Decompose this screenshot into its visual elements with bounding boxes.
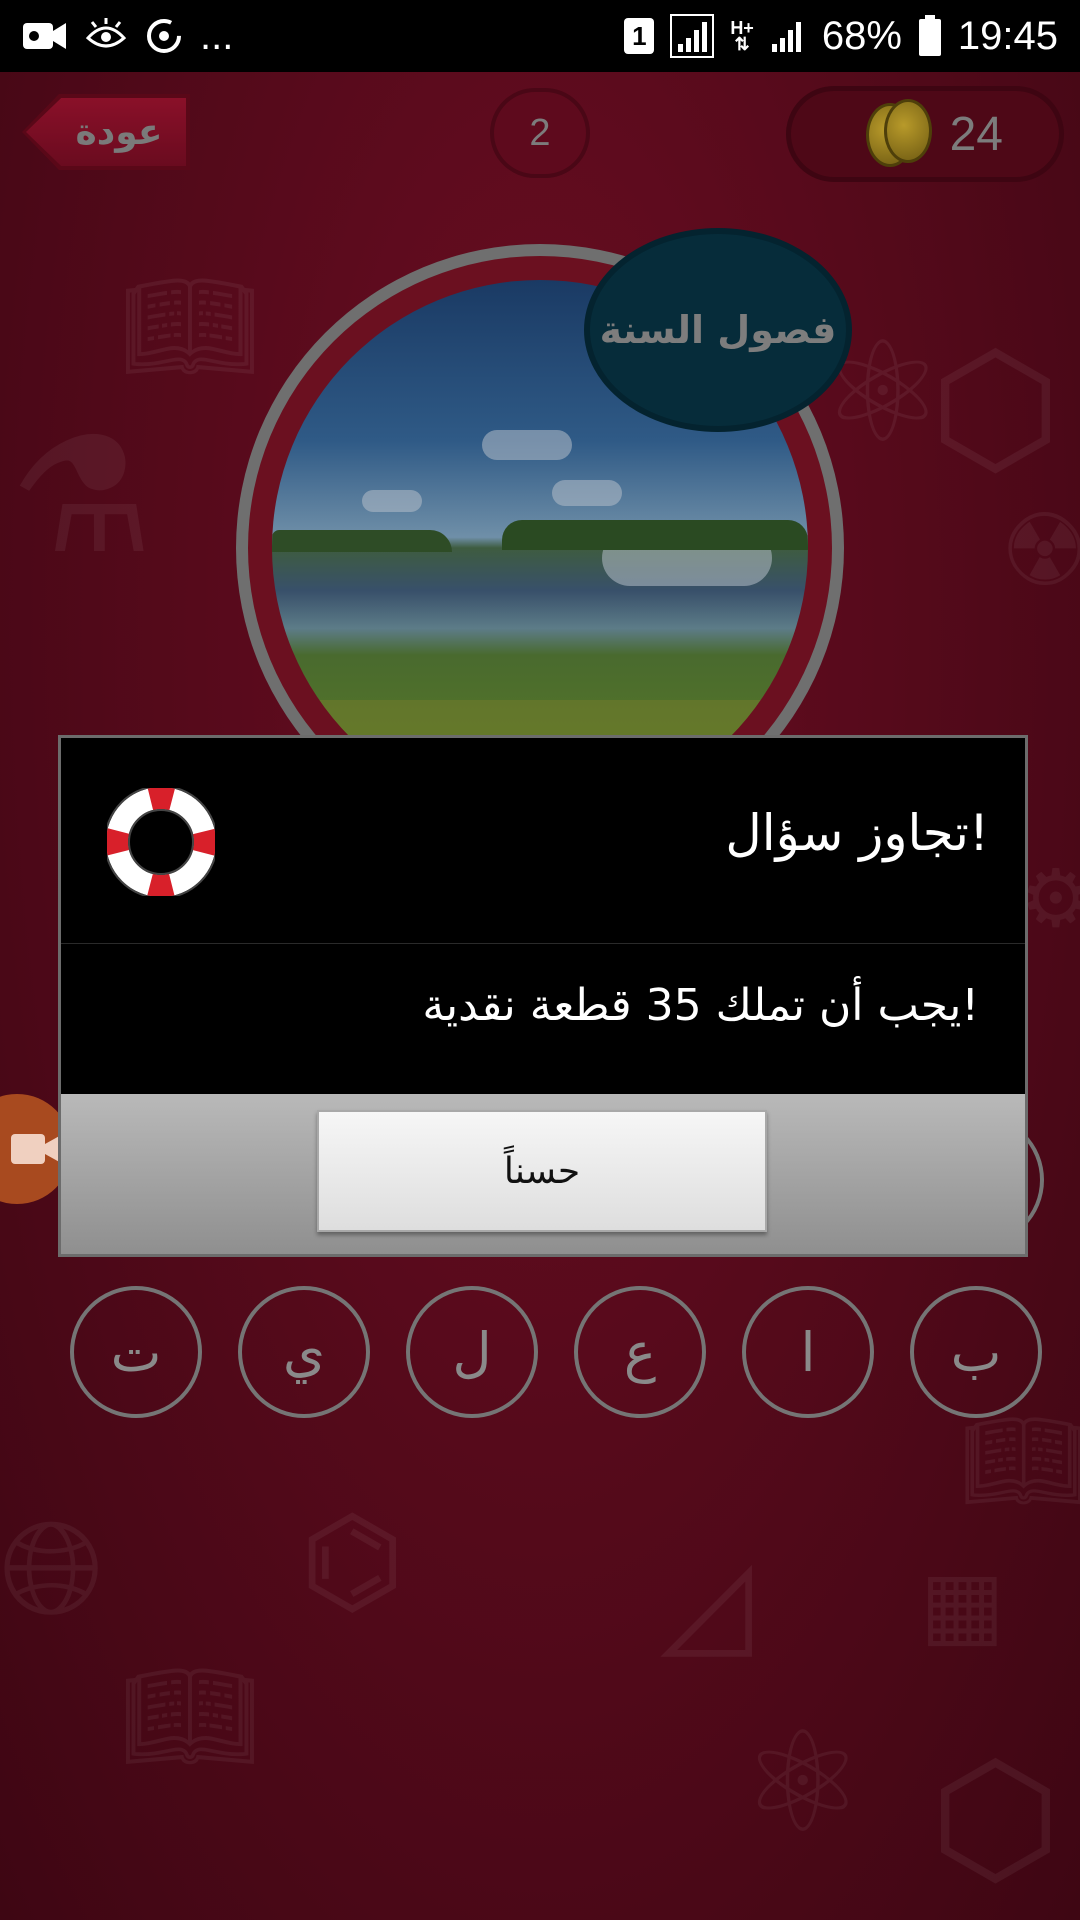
hexagon-doodle-icon: ⬡ bbox=[930, 322, 1061, 496]
book-doodle-icon: 📖︎ bbox=[120, 1652, 260, 1780]
book-doodle-icon: 📖︎ bbox=[960, 1402, 1080, 1519]
globe-doodle-icon: 🌐︎ bbox=[0, 1492, 105, 1644]
molecule-doodle-icon: ⌬ bbox=[300, 1492, 405, 1631]
top-bar: عودة 2 24 bbox=[0, 72, 1080, 202]
letter-button[interactable]: ع bbox=[574, 1286, 706, 1418]
dialog-header: تجاوز سؤال! bbox=[61, 738, 1025, 944]
skip-question-dialog: تجاوز سؤال! يجب أن تملك 35 قطعة نقدية! ح… bbox=[58, 735, 1028, 1257]
clock: 19:45 bbox=[957, 13, 1058, 58]
more-notifications: ... bbox=[200, 13, 234, 58]
flask-doodle-icon: ⚗ bbox=[10, 402, 154, 589]
sim-card-icon: 1 bbox=[624, 18, 655, 54]
letter-button[interactable]: ت bbox=[70, 1286, 202, 1418]
sync-icon bbox=[144, 16, 184, 56]
level-badge: 2 bbox=[490, 88, 590, 178]
battery-percent: 68% bbox=[821, 13, 902, 58]
letter-button[interactable]: ب bbox=[910, 1286, 1042, 1418]
dialog-message: يجب أن تملك 35 قطعة نقدية! bbox=[422, 980, 979, 1031]
lifebuoy-icon bbox=[104, 785, 218, 899]
coins-counter: 24 bbox=[786, 86, 1064, 182]
atom-doodle-icon: ⚛ bbox=[740, 1702, 866, 1865]
dialog-body: يجب أن تملك 35 قطعة نقدية! bbox=[61, 944, 1025, 1094]
book-doodle-icon: 📖︎ bbox=[120, 262, 260, 390]
network-type: H+ ⇅ bbox=[730, 18, 754, 54]
coin-icon bbox=[865, 99, 936, 169]
radiation-doodle-icon: ☢ bbox=[1000, 492, 1080, 609]
battery-icon bbox=[918, 15, 942, 57]
letter-button[interactable]: ا bbox=[742, 1286, 874, 1418]
hexagon-doodle-icon: ⬡ bbox=[930, 1732, 1061, 1906]
dialog-title: تجاوز سؤال! bbox=[725, 804, 989, 862]
triangle-doodle-icon: ◿ bbox=[660, 1532, 753, 1671]
letter-button[interactable]: ل bbox=[406, 1286, 538, 1418]
gear-doodle-icon: ⚙ bbox=[1020, 852, 1080, 945]
signal-icon bbox=[770, 18, 806, 54]
video-camera-icon bbox=[11, 1134, 63, 1164]
ok-button[interactable]: حسناً bbox=[317, 1110, 767, 1232]
signal-icon bbox=[670, 14, 715, 58]
dialog-footer: حسناً bbox=[61, 1094, 1025, 1254]
coins-value: 24 bbox=[949, 107, 1003, 161]
category-bubble: فصول السنة bbox=[584, 228, 852, 432]
status-bar: ... 1 H+ ⇅ 68% 19:45 bbox=[0, 0, 1080, 72]
eye-comfort-icon bbox=[84, 18, 128, 54]
calculator-doodle-icon: ▦ bbox=[920, 1552, 1006, 1657]
letter-button[interactable]: ي bbox=[238, 1286, 370, 1418]
video-camera-icon bbox=[22, 19, 68, 53]
